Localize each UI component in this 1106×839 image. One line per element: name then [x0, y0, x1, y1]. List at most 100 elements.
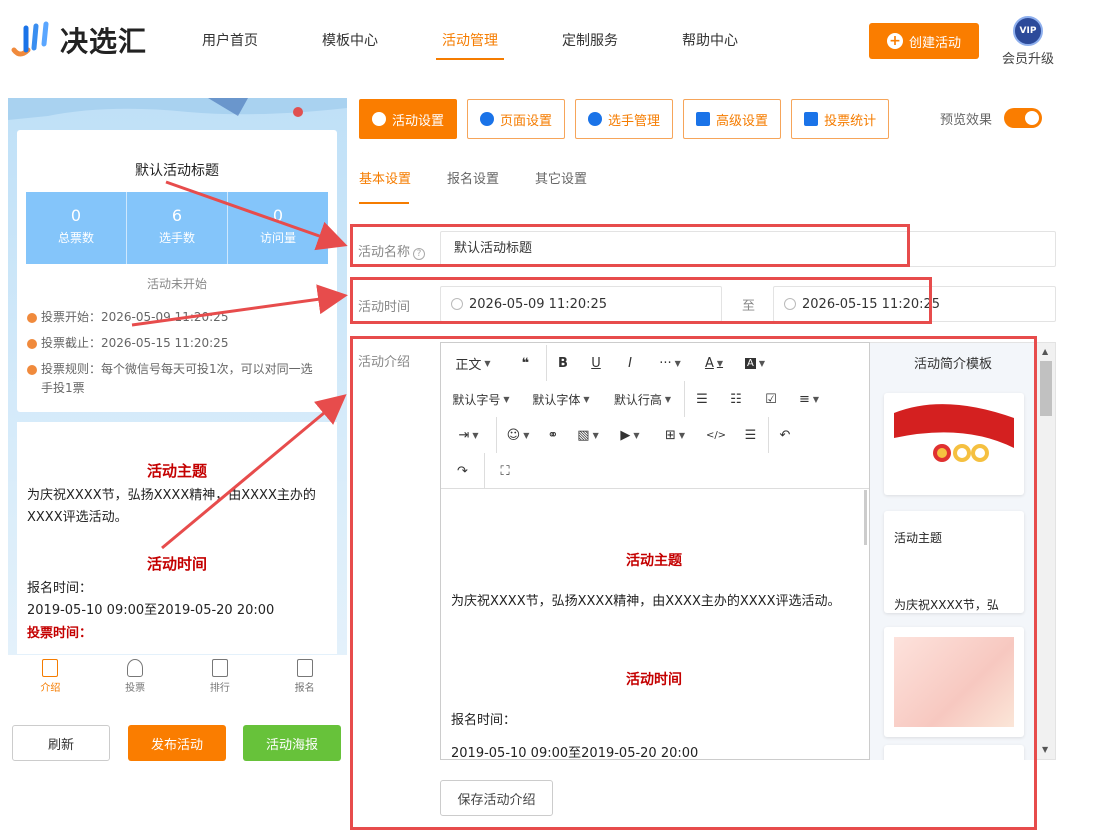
template-card-3[interactable]: [884, 627, 1024, 737]
preview-vote-label: 投票时间：: [27, 626, 93, 641]
font-color-icon[interactable]: A ▼: [693, 345, 735, 381]
paragraph-select[interactable]: 正文 ▼: [441, 345, 505, 381]
sliders-icon: [696, 112, 711, 126]
bar-chart-icon: [211, 659, 228, 677]
template-thumbnail-100-icon: [894, 403, 1014, 473]
nav-item-help[interactable]: 帮助中心: [650, 30, 770, 60]
tab-activity-settings[interactable]: 活动设置: [359, 99, 458, 139]
tab-page-settings[interactable]: 页面设置: [467, 99, 566, 139]
template-card-1[interactable]: [884, 393, 1024, 495]
vip-upgrade[interactable]: VIP 会员升级: [1000, 16, 1056, 67]
code-icon[interactable]: </>: [699, 417, 733, 453]
line-height-select[interactable]: 默认行高 ▼: [601, 381, 685, 417]
underline-icon[interactable]: U: [579, 345, 613, 381]
preview-info-card: 默认活动标题 0 总票数 6 选手数 0 访问量 活动未开始 投票开始：2026…: [17, 130, 337, 412]
subtab-basic[interactable]: 基本设置: [359, 168, 411, 187]
tab-contestant-manage[interactable]: 选手管理: [575, 99, 674, 139]
banner-decoration: [8, 98, 347, 120]
preview-effect-label: 预览效果: [940, 112, 993, 128]
refresh-button[interactable]: 刷新: [12, 725, 110, 761]
clock-icon: [784, 298, 796, 310]
person-icon: [127, 659, 144, 677]
intro-templates-panel: 活动简介模板 活动主题 为庆祝XXXX节，弘: [870, 342, 1036, 760]
star-circle-icon: [372, 112, 386, 126]
template-card-2[interactable]: 活动主题 为庆祝XXXX节，弘: [884, 511, 1024, 613]
publish-activity-button[interactable]: 发布活动: [128, 725, 226, 761]
scroll-down-icon[interactable]: ▼: [1042, 745, 1048, 754]
activity-name-input[interactable]: 默认活动标题: [440, 231, 1056, 267]
bg-color-icon[interactable]: A ▼: [735, 345, 775, 381]
templates-title: 活动简介模板: [913, 357, 992, 372]
preview-reg-label: 报名时间：: [27, 581, 93, 596]
nav-item-activity-manage[interactable]: 活动管理: [410, 30, 530, 60]
preview-heading-theme: 活动主题: [146, 462, 207, 480]
redo-icon[interactable]: ↷: [441, 453, 485, 489]
create-activity-label: 创建活动: [908, 35, 961, 51]
quote-icon[interactable]: ❝: [505, 345, 547, 381]
editor-scrollbar[interactable]: [864, 490, 867, 545]
scroll-up-icon[interactable]: ▲: [1042, 347, 1048, 356]
tabbar-signup[interactable]: 报名: [262, 655, 347, 700]
activity-name-label: 活动名称?: [358, 241, 426, 260]
divider-icon[interactable]: ☰: [733, 417, 769, 453]
nav-item-templates[interactable]: 模板中心: [290, 30, 410, 60]
preview-tabbar: 介绍 投票 排行 报名: [8, 655, 347, 700]
preview-vote-end: 投票截止：2026-05-15 11:20:25: [27, 334, 323, 353]
preview-status: 活动未开始: [146, 277, 207, 291]
stat-total-votes: 0 总票数: [26, 192, 127, 264]
editor-content[interactable]: 活动主题 为庆祝XXXX节，弘扬XXXX精神，由XXXX主办的XXXX评选活动。…: [441, 490, 867, 760]
tabbar-rank[interactable]: 排行: [178, 655, 263, 700]
editor-theme-text: 为庆祝XXXX节，弘扬XXXX精神，由XXXX主办的XXXX评选活动。: [451, 594, 841, 609]
image-icon[interactable]: ▧ ▼: [567, 417, 609, 453]
templates-scrollbar[interactable]: ▲ ▼: [1036, 342, 1056, 760]
editor-heading-time: 活动时间: [626, 672, 682, 688]
bold-icon[interactable]: B: [547, 345, 579, 381]
font-size-select[interactable]: 默认字号 ▼: [441, 381, 521, 417]
template-card-2-heading: 活动主题: [894, 531, 943, 545]
align-icon[interactable]: ≡ ▼: [789, 381, 829, 417]
bar-chart-icon: [804, 112, 819, 126]
italic-icon[interactable]: I: [613, 345, 647, 381]
bullet-list-icon[interactable]: ☰: [685, 381, 719, 417]
table-icon[interactable]: ⊞ ▼: [651, 417, 699, 453]
tab-vote-stats[interactable]: 投票统计: [791, 99, 890, 139]
plus-circle-icon: +: [886, 33, 903, 49]
sub-tabs: 基本设置 报名设置 其它设置: [359, 168, 587, 187]
activity-time-label: 活动时间: [358, 300, 411, 315]
activity-poster-button[interactable]: 活动海报: [243, 725, 341, 761]
create-activity-button[interactable]: + 创建活动: [869, 23, 979, 59]
gear-icon: [480, 112, 495, 126]
nav-item-custom-service[interactable]: 定制服务: [530, 30, 650, 60]
end-time-input[interactable]: 2026-05-15 11:20:25: [773, 286, 1056, 322]
indent-icon[interactable]: ⇥ ▼: [441, 417, 497, 453]
tab-advanced-settings[interactable]: 高级设置: [683, 99, 782, 139]
more-icon[interactable]: ··· ▼: [647, 345, 693, 381]
help-icon[interactable]: ?: [413, 248, 426, 260]
fullscreen-icon[interactable]: ⛶: [485, 453, 525, 489]
logo[interactable]: 决选汇: [10, 20, 147, 60]
save-intro-button[interactable]: 保存活动介绍: [440, 780, 553, 816]
preview-stats: 0 总票数 6 选手数 0 访问量: [26, 192, 328, 264]
start-time-input[interactable]: 2026-05-09 11:20:25: [440, 286, 722, 322]
font-family-select[interactable]: 默认字体 ▼: [521, 381, 601, 417]
nav-item-home[interactable]: 用户首页: [170, 30, 290, 60]
emoji-icon[interactable]: ☺ ▼: [497, 417, 539, 453]
time-separator: 至: [742, 299, 756, 314]
clock-dot-icon: [27, 313, 37, 323]
todo-list-icon[interactable]: ☑: [753, 381, 789, 417]
video-icon[interactable]: ▶ ▼: [609, 417, 651, 453]
id-card-icon: [296, 659, 313, 677]
templates-scroll-thumb[interactable]: [1040, 361, 1052, 416]
numbered-list-icon[interactable]: ☷: [719, 381, 753, 417]
tabbar-vote[interactable]: 投票: [93, 655, 178, 700]
template-card-4[interactable]: [884, 745, 1024, 760]
rich-text-editor: 正文 ▼ ❝ B U I ··· ▼ A ▼ A ▼ 默认字号 ▼ 默认字体 ▼ 默认行高 ▼…: [440, 342, 870, 760]
preview-effect-toggle[interactable]: [1004, 108, 1043, 128]
tabbar-intro[interactable]: 介绍: [8, 655, 93, 700]
preview-title: 默认活动标题: [135, 163, 219, 179]
link-icon[interactable]: ⚭: [539, 417, 567, 453]
subtab-signup[interactable]: 报名设置: [447, 168, 499, 187]
main-nav: 用户首页 模板中心 活动管理 定制服务 帮助中心: [170, 30, 770, 60]
subtab-other[interactable]: 其它设置: [535, 168, 587, 187]
undo-icon[interactable]: ↶: [769, 417, 801, 453]
